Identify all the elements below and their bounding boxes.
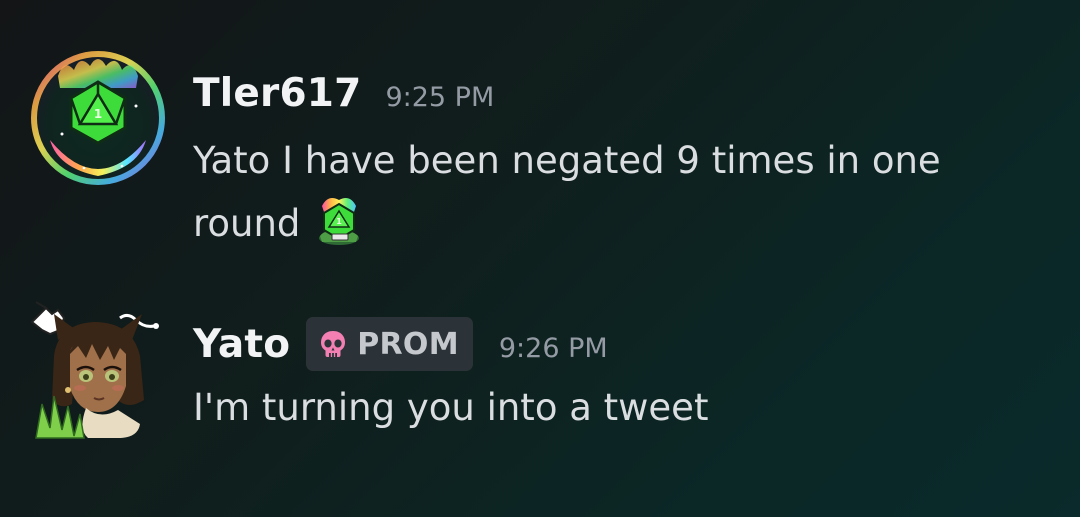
pink-skull-icon: [321, 331, 346, 357]
avatar[interactable]: 1: [28, 48, 168, 188]
message-text-line: round 1: [193, 192, 1043, 255]
guild-tag-badge[interactable]: PROM: [306, 317, 473, 371]
timestamp: 9:26 PM: [498, 332, 608, 364]
rainbow-d20-avatar-icon: 1: [31, 51, 165, 185]
message-item: Yato PROM 9:26 PM I'm turning you into a…: [0, 300, 1080, 450]
message-text-line: I'm turning you into a tweet: [193, 386, 709, 429]
anime-character-avatar-icon: [30, 301, 159, 439]
message-header: Tler617 9:25 PM: [193, 66, 494, 120]
username[interactable]: Tler617: [193, 71, 361, 116]
username[interactable]: Yato: [193, 322, 290, 367]
message-text-fragment: round: [193, 202, 301, 245]
chat-messages: 1 Tler617 9:25 PM Yato I have been negat…: [0, 0, 1080, 517]
message-content: I'm turning you into a tweet: [193, 377, 1043, 439]
message-content: Yato I have been negated 9 times in one …: [193, 130, 1043, 255]
message-header: Yato PROM 9:26 PM: [193, 317, 608, 371]
avatar[interactable]: [28, 300, 168, 440]
timestamp: 9:25 PM: [385, 81, 495, 113]
message-text-line: Yato I have been negated 9 times in one: [193, 139, 941, 182]
rainbow-d20-emoji-icon[interactable]: 1: [310, 192, 368, 250]
message-item: 1 Tler617 9:25 PM Yato I have been negat…: [0, 48, 1080, 268]
svg-text:1: 1: [337, 217, 343, 226]
badge-label: PROM: [357, 326, 459, 362]
svg-text:1: 1: [94, 107, 102, 121]
